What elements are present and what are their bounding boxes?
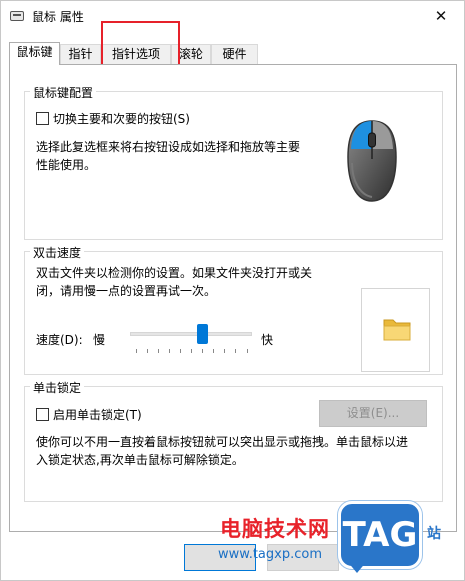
mouse-icon bbox=[347, 120, 397, 202]
double-click-description-line2: 闭，请用慢一点的设置再试一次。 bbox=[36, 284, 217, 298]
mouse-properties-window: 鼠标 属性 ✕ 鼠标键 指针 指针选项 滚轮 硬件 鼠标键配置 切换主要和次要的… bbox=[0, 0, 465, 581]
tag-logo-tail bbox=[347, 561, 367, 573]
button-config-description-line2: 性能使用。 bbox=[36, 158, 97, 172]
slider-tick bbox=[213, 349, 214, 353]
slow-label: 慢 bbox=[93, 333, 106, 347]
highlight-box bbox=[101, 21, 180, 70]
slider-tick bbox=[158, 349, 159, 353]
slider-tick bbox=[191, 349, 192, 353]
double-click-speed-group: 双击速度 双击文件夹以检测你的设置。如果文件夹没打开或关 闭，请用慢一点的设置再… bbox=[24, 244, 443, 375]
window-title: 鼠标 属性 bbox=[32, 10, 84, 24]
watermark-site-name: 电脑技术网 bbox=[220, 517, 330, 541]
title-bar: 鼠标 属性 ✕ bbox=[1, 1, 464, 31]
speed-label: 速度(D): bbox=[36, 333, 83, 347]
slider-thumb[interactable] bbox=[197, 324, 208, 344]
slider-tick bbox=[136, 349, 137, 353]
group-title: 鼠标键配置 bbox=[30, 84, 97, 101]
mouse-properties-icon bbox=[10, 11, 24, 21]
tab-hardware[interactable]: 硬件 bbox=[211, 44, 258, 65]
slider-tick bbox=[169, 349, 170, 353]
double-click-speed-slider[interactable] bbox=[130, 324, 252, 354]
button-configuration-group: 鼠标键配置 切换主要和次要的按钮(S) 选择此复选框来将右按钮设成如选择和拖放等… bbox=[24, 84, 443, 240]
tag-logo: TAG bbox=[338, 501, 422, 569]
button-config-description-line1: 选择此复选框来将右按钮设成如选择和拖放等主要 bbox=[36, 140, 301, 154]
slider-tick bbox=[147, 349, 148, 353]
close-button[interactable]: ✕ bbox=[418, 1, 464, 31]
slider-tick bbox=[202, 349, 203, 353]
slider-tick bbox=[235, 349, 236, 353]
tab-page-buttons: 鼠标键配置 切换主要和次要的按钮(S) 选择此复选框来将右按钮设成如选择和拖放等… bbox=[9, 64, 457, 532]
group-title: 双击速度 bbox=[30, 244, 85, 261]
slider-tick bbox=[180, 349, 181, 353]
slider-tick bbox=[224, 349, 225, 353]
slider-ticks bbox=[130, 349, 252, 354]
switch-buttons-label[interactable]: 切换主要和次要的按钮(S) bbox=[53, 110, 190, 127]
clicklock-description-line2: 入锁定状态,再次单击鼠标可解除锁定。 bbox=[36, 453, 244, 467]
fast-label: 快 bbox=[261, 333, 274, 347]
enable-clicklock-label[interactable]: 启用单击锁定(T) bbox=[53, 406, 142, 423]
double-click-description-line1: 双击文件夹以检测你的设置。如果文件夹没打开或关 bbox=[36, 266, 313, 280]
watermark-side-text: 站 bbox=[427, 526, 441, 542]
folder-icon[interactable] bbox=[382, 316, 412, 342]
watermark-url: www.tagxp.com bbox=[218, 547, 322, 562]
clicklock-group: 单击锁定 启用单击锁定(T) 设置(E)... 使你可以不用一直按着鼠标按钮就可… bbox=[24, 379, 443, 502]
enable-clicklock-checkbox[interactable] bbox=[36, 408, 49, 421]
tab-buttons[interactable]: 鼠标键 bbox=[9, 42, 60, 65]
group-title: 单击锁定 bbox=[30, 379, 85, 396]
clicklock-settings-button[interactable]: 设置(E)... bbox=[319, 400, 427, 427]
tab-pointers[interactable]: 指针 bbox=[60, 44, 101, 65]
slider-track bbox=[130, 332, 252, 336]
clicklock-description-line1: 使你可以不用一直按着鼠标按钮就可以突出显示或拖拽。单击鼠标以进 bbox=[36, 435, 409, 449]
slider-tick bbox=[247, 349, 248, 353]
switch-buttons-checkbox[interactable] bbox=[36, 112, 49, 125]
double-click-test-area[interactable] bbox=[361, 288, 430, 372]
